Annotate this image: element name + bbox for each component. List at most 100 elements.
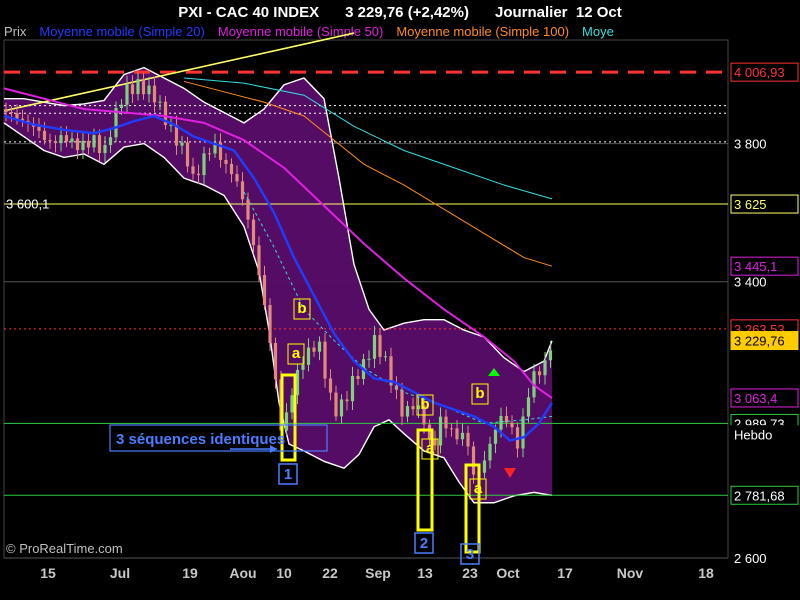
x-tick-label: 10 [276,565,292,581]
candle-body [196,173,201,176]
candle-body [229,163,234,175]
candle-body [9,112,14,114]
candle-body [48,140,52,142]
candle-body [284,412,289,431]
left-level-label: 3 600,1 [6,197,49,212]
annotation-text: 3 séquences identiques [116,431,285,448]
candle-body [180,142,184,146]
x-tick-label: Jul [110,565,130,581]
x-tick-label: Aou [229,565,256,581]
candle-body [202,153,206,176]
price-chart[interactable]: 1 a b 2 a b 3 a b 3 séquences identiques 3 600,1 3 … [0,0,800,600]
candle-body [130,84,135,95]
candle-body [482,460,487,473]
candle-body [268,305,272,343]
candle-body [42,130,47,141]
candle-body [290,395,294,413]
candle-body [53,141,58,144]
x-tick-label: 19 [182,565,198,581]
candle-body [543,360,547,376]
candle-body [81,140,85,151]
candle-body [262,275,267,306]
candle-body [103,145,107,154]
candle-body [499,415,503,430]
x-tick-label: 17 [557,565,573,581]
chart-root: PXI - CAC 40 INDEX 3 229,76 (+2,42%) Jou… [0,0,800,600]
candle-body [471,446,476,475]
candle-body [328,378,333,393]
candle-body [537,371,542,376]
x-tick-label: 18 [698,565,714,581]
price-tag-label: 3 229,76 [734,334,785,349]
x-tick-label: Oct [496,565,520,581]
candle-body [317,341,322,352]
candle-body [92,135,96,148]
y-tick-label: 3 800 [734,137,767,152]
sequence-number: 1 [284,466,292,483]
price-tag-label: 2 781,68 [734,488,785,503]
candle-body [257,245,261,276]
candle-body [251,219,256,246]
candle-body [125,84,129,105]
candle-body [235,174,239,182]
candle-body [97,135,102,154]
candle-body [521,416,525,449]
candle-body [334,392,338,417]
candle-body [59,135,63,144]
candle-body [70,138,74,142]
candle-body [119,104,124,109]
candle-body [273,342,278,380]
x-tick-label: 23 [462,565,478,581]
candle-body [460,432,465,440]
candle-body [350,376,355,402]
candle-body [438,416,443,446]
price-tag-label: 4 006,93 [734,65,785,80]
candle-body [493,429,498,444]
price-tag-label: 3 063,4 [734,391,777,406]
pattern-letter-b: b [475,385,484,402]
candle-body [400,389,404,417]
sequence-number: 2 [420,535,428,552]
pattern-letter-b: b [420,396,429,413]
candle-body [136,79,140,95]
candle-body [191,166,195,174]
candle-body [158,101,162,103]
candle-body [356,376,360,380]
candle-body [75,138,80,151]
candle-body [405,406,410,417]
x-tick-label: 15 [40,565,56,581]
candle-body [301,364,305,370]
x-tick-label: Sep [365,565,391,581]
candle-body [306,347,311,365]
candle-body [383,356,388,358]
y-tick-label: 3 400 [734,275,767,290]
candle-body [323,341,327,379]
price-tag-label: 3 625 [734,197,767,212]
candle-body [466,432,470,447]
candle-body [449,428,454,430]
pattern-letter-a: a [474,480,483,497]
candle-body [246,199,250,220]
candle-body [510,422,514,428]
candle-body [4,109,8,113]
candle-body [526,397,531,417]
candle-body [152,85,157,103]
candle-body [378,335,382,357]
candle-body [339,399,344,417]
y-tick-label: 2 600 [734,551,767,566]
candle-body [240,181,245,200]
x-tick-label: Nov [617,565,644,581]
candle-body [312,347,316,352]
candle-body [345,399,349,402]
price-tag-label: Hebdo [734,428,772,443]
candle-body [108,137,113,146]
candle-body [411,406,415,410]
copyright-text: © ProRealTime.com [6,541,123,556]
candle-body [37,126,41,131]
candle-body [488,443,492,461]
pattern-letter-a: a [426,440,435,457]
candle-body [224,159,228,164]
x-tick-label: 13 [417,565,433,581]
candle-body [548,350,553,361]
candle-body [207,153,212,155]
